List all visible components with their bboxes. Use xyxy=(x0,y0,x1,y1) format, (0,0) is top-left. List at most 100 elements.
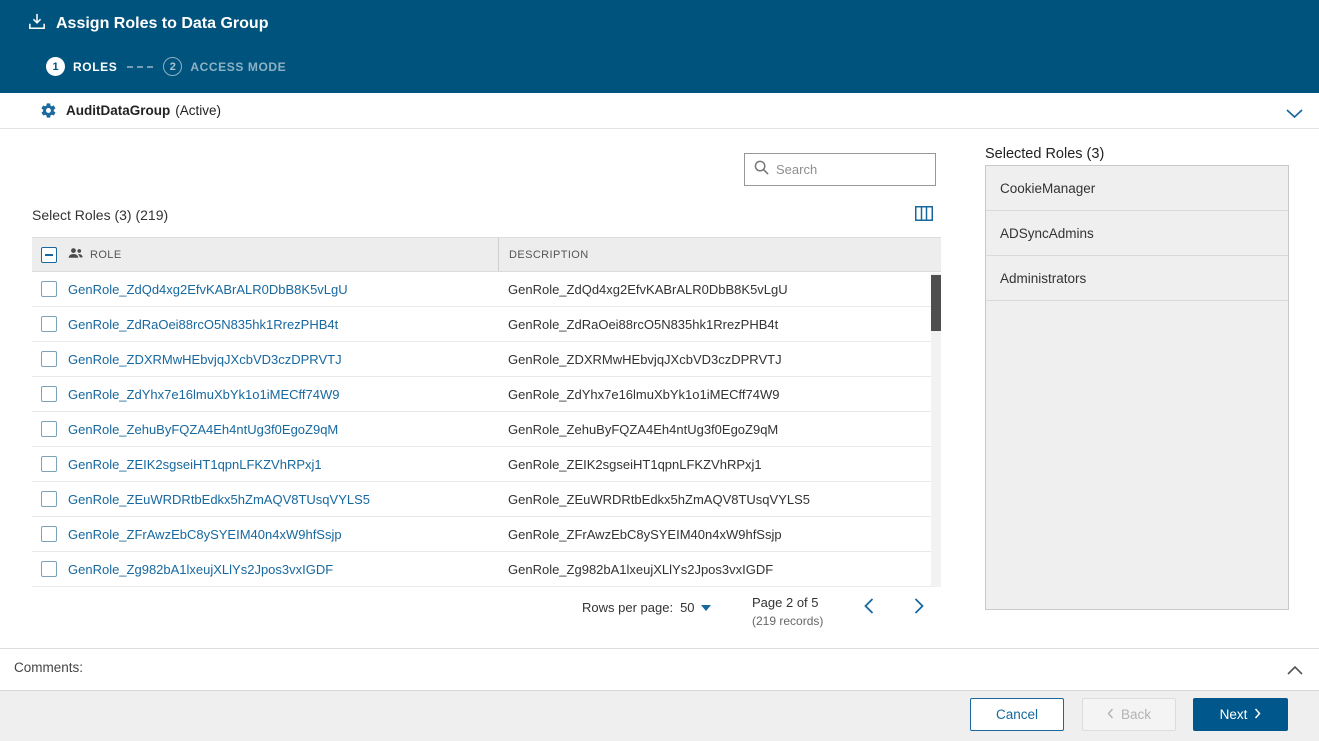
table-header: ROLE DESCRIPTION xyxy=(32,237,941,272)
role-description: GenRole_ZDXRMwHEbvjqJXcbVD3czDPRVTJ xyxy=(498,342,941,376)
step-1-indicator: 1 xyxy=(46,57,65,76)
row-checkbox-cell xyxy=(32,377,66,411)
role-link[interactable]: GenRole_ZdRaOei88rcO5N835hk1RrezPHB4t xyxy=(68,317,338,332)
comments-section: Comments: xyxy=(0,648,1319,690)
selected-roles-list: CookieManagerADSyncAdminsAdministrators xyxy=(985,165,1289,610)
chevron-up-icon[interactable] xyxy=(1287,662,1303,680)
column-header-role[interactable]: ROLE xyxy=(66,238,498,271)
comments-label: Comments: xyxy=(14,660,83,675)
table-row: GenRole_ZEIK2sgseiHT1qpnLFKZVhRPxj1GenRo… xyxy=(32,447,941,482)
table-scrollbar[interactable] xyxy=(931,273,941,587)
row-checkbox-cell xyxy=(32,342,66,376)
column-header-label: DESCRIPTION xyxy=(509,249,589,261)
rows-per-page-value: 50 xyxy=(680,600,694,615)
table-row: GenRole_ZdRaOei88rcO5N835hk1RrezPHB4tGen… xyxy=(32,307,941,342)
table-row: GenRole_ZdYhx7e16lmuXbYk1o1iMECff74W9 Gen… xyxy=(32,377,941,412)
table-row: GenRole_ZehuByFQZA4Eh4ntUg3f0EgoZ9qMGenR… xyxy=(32,412,941,447)
select-all-cell xyxy=(32,238,66,271)
step-connector xyxy=(127,66,153,68)
users-icon xyxy=(68,247,83,262)
table-row: GenRole_Zg982bA1lxeujXLlYs2Jpos3vxIGDF Ge… xyxy=(32,552,941,587)
selected-role-item[interactable]: ADSyncAdmins xyxy=(986,211,1288,256)
next-button[interactable]: Next xyxy=(1193,698,1288,731)
records-count: (219 records) xyxy=(752,614,823,628)
role-link[interactable]: GenRole_ZdQd4xg2EfvKABrALR0DbB8K5vLgU xyxy=(68,282,348,297)
role-link[interactable]: GenRole_Zg982bA1lxeujXLlYs2Jpos3vxIGDF xyxy=(68,562,333,577)
back-button[interactable]: Back xyxy=(1082,698,1176,731)
row-checkbox[interactable] xyxy=(41,351,57,367)
wizard-stepper: 1 ROLES 2 ACCESS MODE xyxy=(46,57,286,76)
role-cell: GenRole_ZdRaOei88rcO5N835hk1RrezPHB4t xyxy=(66,307,498,341)
dialog-footer: Cancel Back Next xyxy=(0,690,1319,741)
next-page-button[interactable] xyxy=(914,598,924,619)
back-label: Back xyxy=(1121,707,1151,722)
selected-role-item[interactable]: Administrators xyxy=(986,256,1288,301)
prev-page-button[interactable] xyxy=(864,598,874,619)
row-checkbox-cell xyxy=(32,552,66,586)
role-link[interactable]: GenRole_ZEuWRDRtbEdkx5hZmAQV8TUsqVYLS5 xyxy=(68,492,370,507)
role-link[interactable]: GenRole_ZFrAwzEbC8ySYEIM40n4xW9hfSsjp xyxy=(68,527,342,542)
roles-table-body: GenRole_ZdQd4xg2EfvKABrALR0DbB8K5vLgUGen… xyxy=(32,272,941,587)
table-row: GenRole_ZdQd4xg2EfvKABrALR0DbB8K5vLgU Gen… xyxy=(32,272,941,307)
chevron-right-icon xyxy=(1254,707,1261,722)
row-checkbox[interactable] xyxy=(41,526,57,542)
page-title: Assign Roles to Data Group xyxy=(28,13,268,35)
row-checkbox-cell xyxy=(32,412,66,446)
roles-table: ROLE DESCRIPTION GenRole_ZdQd4xg2EfvKABr… xyxy=(32,237,941,587)
caret-down-icon xyxy=(701,605,711,611)
role-description: GenRole_ZdQd4xg2EfvKABrALR0DbB8K5vLgU xyxy=(498,272,941,306)
row-checkbox[interactable] xyxy=(41,456,57,472)
table-row: GenRole_ZDXRMwHEbvjqJXcbVD3czDPRVTJ GenRo… xyxy=(32,342,941,377)
dialog-title: Assign Roles to Data Group xyxy=(56,15,268,33)
selected-role-item[interactable]: CookieManager xyxy=(986,166,1288,211)
table-row: GenRole_ZEuWRDRtbEdkx5hZmAQV8TUsqVYLS5 Ge… xyxy=(32,482,941,517)
row-checkbox-cell xyxy=(32,307,66,341)
search-icon xyxy=(754,160,769,180)
chevron-left-icon xyxy=(1107,707,1114,722)
column-header-label: ROLE xyxy=(90,249,122,261)
role-link[interactable]: GenRole_ZehuByFQZA4Eh4ntUg3f0EgoZ9qM xyxy=(68,422,338,437)
select-all-checkbox[interactable] xyxy=(41,247,57,263)
row-checkbox-cell xyxy=(32,517,66,551)
role-cell: GenRole_Zg982bA1lxeujXLlYs2Jpos3vxIGDF xyxy=(66,552,498,586)
role-cell: GenRole_ZDXRMwHEbvjqJXcbVD3czDPRVTJ xyxy=(66,342,498,376)
row-checkbox[interactable] xyxy=(41,491,57,507)
role-link[interactable]: GenRole_ZdYhx7e16lmuXbYk1o1iMECff74W9 xyxy=(68,387,339,402)
rows-per-page-label: Rows per page: xyxy=(582,600,673,615)
row-checkbox[interactable] xyxy=(41,561,57,577)
role-description: GenRole_ZdYhx7e16lmuXbYk1o1iMECff74W9 xyxy=(498,377,941,411)
role-description: GenRole_ZFrAwzEbC8ySYEIM40n4xW9hfSsjp xyxy=(498,517,941,551)
selected-roles-title: Selected Roles (3) xyxy=(985,146,1104,162)
page-info: Page 2 of 5 (219 records) xyxy=(752,595,823,628)
role-cell: GenRole_ZdYhx7e16lmuXbYk1o1iMECff74W9 xyxy=(66,377,498,411)
role-description: GenRole_Zg982bA1lxeujXLlYs2Jpos3vxIGDF xyxy=(498,552,941,586)
role-cell: GenRole_ZFrAwzEbC8ySYEIM40n4xW9hfSsjp xyxy=(66,517,498,551)
scrollbar-thumb[interactable] xyxy=(931,275,941,331)
role-link[interactable]: GenRole_ZDXRMwHEbvjqJXcbVD3czDPRVTJ xyxy=(68,352,342,367)
row-checkbox[interactable] xyxy=(41,281,57,297)
search-input[interactable] xyxy=(776,162,926,177)
row-checkbox[interactable] xyxy=(41,421,57,437)
data-group-bar: AuditDataGroup (Active) xyxy=(0,93,1319,129)
step-1-label: ROLES xyxy=(73,60,117,74)
table-row: GenRole_ZFrAwzEbC8ySYEIM40n4xW9hfSsjp Gen… xyxy=(32,517,941,552)
chevron-down-icon[interactable] xyxy=(1286,106,1303,124)
rows-per-page: Rows per page: 50 xyxy=(582,600,711,615)
column-header-description[interactable]: DESCRIPTION xyxy=(498,238,941,271)
assign-roles-icon xyxy=(28,13,46,35)
cancel-button[interactable]: Cancel xyxy=(970,698,1064,731)
role-link[interactable]: GenRole_ZEIK2sgseiHT1qpnLFKZVhRPxj1 xyxy=(68,457,322,472)
search-box xyxy=(744,153,936,186)
cancel-label: Cancel xyxy=(996,707,1038,722)
step-2-indicator: 2 xyxy=(163,57,182,76)
row-checkbox[interactable] xyxy=(41,316,57,332)
page-label: Page 2 of 5 xyxy=(752,595,823,610)
row-checkbox-cell xyxy=(32,447,66,481)
role-cell: GenRole_ZehuByFQZA4Eh4ntUg3f0EgoZ9qM xyxy=(66,412,498,446)
row-checkbox[interactable] xyxy=(41,386,57,402)
rows-per-page-select[interactable]: 50 xyxy=(680,600,710,615)
role-cell: GenRole_ZEIK2sgseiHT1qpnLFKZVhRPxj1 xyxy=(66,447,498,481)
column-chooser-icon[interactable] xyxy=(915,206,933,226)
select-roles-title: Select Roles (3) (219) xyxy=(32,207,168,223)
role-description: GenRole_ZEuWRDRtbEdkx5hZmAQV8TUsqVYLS5 xyxy=(498,482,941,516)
